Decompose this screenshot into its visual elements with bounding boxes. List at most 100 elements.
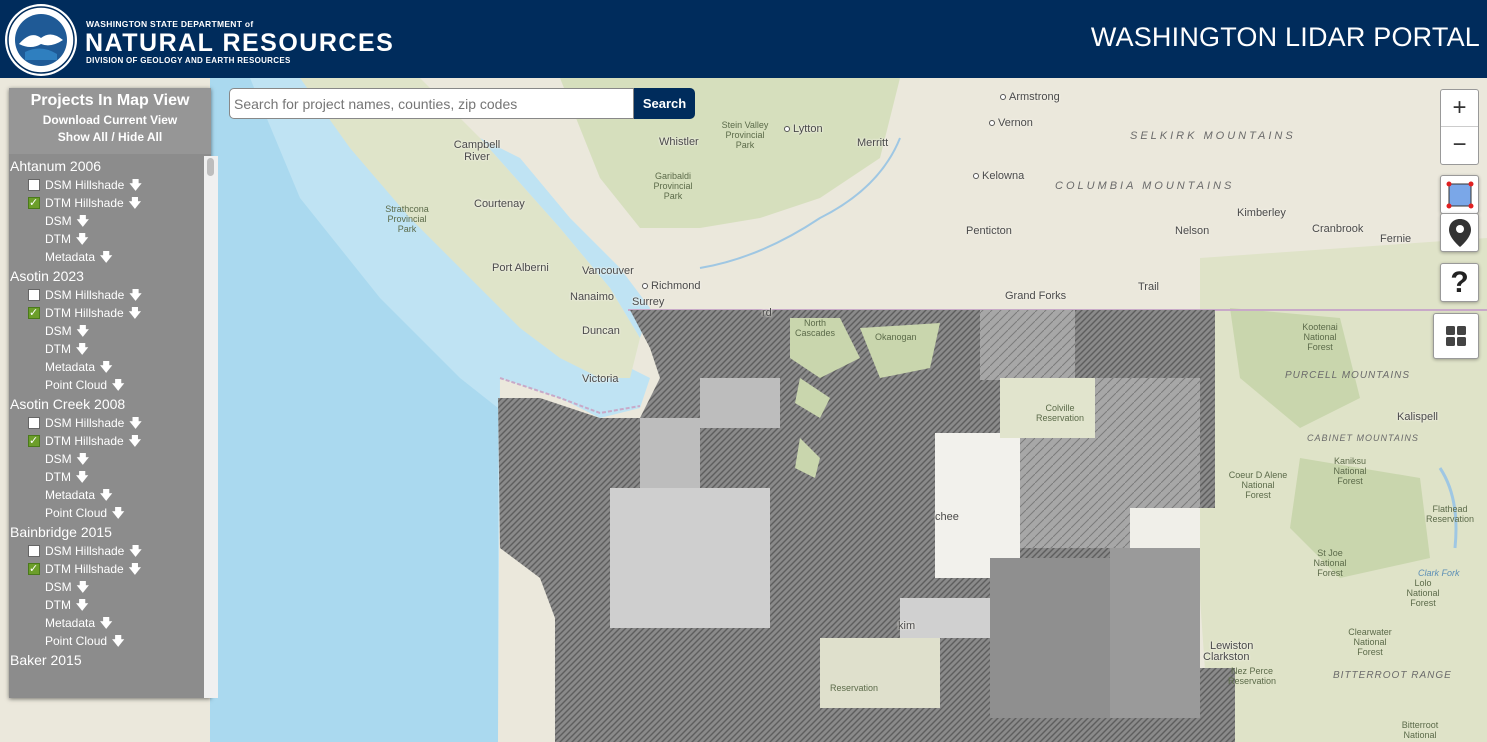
download-arrow-icon[interactable]: 🡇	[100, 248, 112, 266]
dtm-hillshade-checkbox[interactable]	[28, 194, 40, 212]
portal-title: WASHINGTON LIDAR PORTAL	[1090, 22, 1480, 52]
layer-label: Metadata	[45, 488, 96, 502]
layer-row: DTM 🡇	[9, 596, 195, 614]
download-arrow-icon[interactable]: 🡇	[129, 176, 141, 194]
region-selkirk: SELKIRK MOUNTAINS	[1130, 130, 1296, 142]
layer-row: DTM Hillshade 🡇	[9, 560, 195, 578]
download-arrow-icon[interactable]: 🡇	[77, 450, 89, 468]
layer-row: DTM Hillshade 🡇	[9, 194, 195, 212]
layer-row: DTM Hillshade 🡇	[9, 304, 195, 322]
search-input[interactable]	[229, 88, 634, 119]
dtm-hillshade-checkbox[interactable]	[28, 560, 40, 578]
download-arrow-icon[interactable]: 🡇	[77, 212, 89, 230]
zoom-out-button[interactable]: −	[1441, 126, 1478, 163]
place-whistler: Whistler	[659, 136, 699, 148]
layer-row: Metadata 🡇	[9, 614, 195, 632]
layer-row: DTM Hillshade 🡇	[9, 432, 195, 450]
project-title[interactable]: Ahtanum 2006	[9, 156, 195, 176]
layer-row: Point Cloud 🡇	[9, 376, 195, 394]
project-title[interactable]: Asotin Creek 2008	[9, 394, 195, 414]
download-arrow-icon[interactable]: 🡇	[76, 596, 88, 614]
layer-row: DSM 🡇	[9, 450, 195, 468]
download-arrow-icon[interactable]: 🡇	[129, 414, 141, 432]
layer-row: Metadata 🡇	[9, 486, 195, 504]
dtm-hillshade-checkbox[interactable]	[28, 304, 40, 322]
location-button[interactable]	[1440, 213, 1479, 252]
show-all-link[interactable]: Show All	[58, 130, 108, 144]
hide-all-link[interactable]: Hide All	[118, 130, 162, 144]
show-hide-separator: /	[107, 130, 118, 144]
download-arrow-icon[interactable]: 🡇	[100, 614, 112, 632]
dsm-hillshade-checkbox[interactable]	[28, 178, 40, 191]
layer-label: DTM	[45, 232, 71, 246]
download-arrow-icon[interactable]: 🡇	[77, 578, 89, 596]
download-arrow-icon[interactable]: 🡇	[100, 358, 112, 376]
project-list-scrollbar[interactable]	[204, 156, 218, 698]
help-button[interactable]: ?	[1440, 263, 1479, 302]
layer-row: Point Cloud 🡇	[9, 632, 195, 650]
park-colville-reservation: Colville Reservation	[1035, 403, 1085, 423]
download-arrow-icon[interactable]: 🡇	[76, 468, 88, 486]
place-trail: Trail	[1138, 281, 1159, 293]
download-arrow-icon[interactable]: 🡇	[129, 286, 141, 304]
place-campbell-river: Campbell River	[453, 139, 501, 163]
park-clearwater-nf: Clearwater National Forest	[1348, 627, 1392, 657]
download-arrow-icon[interactable]: 🡇	[112, 376, 124, 394]
download-current-view-link[interactable]: Download Current View	[9, 113, 211, 127]
zoom-in-button[interactable]: +	[1441, 90, 1478, 126]
download-arrow-icon[interactable]: 🡇	[76, 340, 88, 358]
layer-label: DTM Hillshade	[45, 562, 124, 576]
layer-label: Metadata	[45, 360, 96, 374]
dsm-hillshade-checkbox[interactable]	[28, 544, 40, 557]
download-arrow-icon[interactable]: 🡇	[112, 632, 124, 650]
layer-label: DTM Hillshade	[45, 306, 124, 320]
scrollbar-thumb[interactable]	[207, 158, 214, 176]
layer-row: DSM 🡇	[9, 212, 195, 230]
place-clarkston: Clarkston	[1203, 651, 1250, 663]
projects-panel: Projects In Map View Download Current Vi…	[9, 88, 218, 698]
org-division: DIVISION OF GEOLOGY AND EARTH RESOURCES	[86, 56, 291, 65]
projects-panel-title: Projects In Map View	[30, 92, 190, 109]
dsm-hillshade-checkbox[interactable]	[28, 288, 40, 301]
layer-row: Metadata 🡇	[9, 248, 195, 266]
download-arrow-icon[interactable]: 🡇	[129, 560, 141, 578]
project-title[interactable]: Baker 2015	[9, 650, 195, 670]
layer-row: DSM Hillshade 🡇	[9, 286, 195, 304]
download-arrow-icon[interactable]: 🡇	[100, 486, 112, 504]
park-kaniksu-nf: Kaniksu National Forest	[1333, 456, 1367, 486]
download-arrow-icon[interactable]: 🡇	[77, 322, 89, 340]
layer-row: DTM 🡇	[9, 340, 195, 358]
place-partial-chee: chee	[935, 511, 959, 523]
download-arrow-icon[interactable]: 🡇	[112, 504, 124, 522]
download-arrow-icon[interactable]: 🡇	[129, 304, 141, 322]
project-title[interactable]: Bainbridge 2015	[9, 522, 195, 542]
dtm-hillshade-checkbox[interactable]	[28, 432, 40, 450]
download-arrow-icon[interactable]: 🡇	[129, 194, 141, 212]
layer-row: Point Cloud 🡇	[9, 504, 195, 522]
project-title[interactable]: Asotin 2023	[9, 266, 195, 286]
place-penticton: Penticton	[966, 225, 1012, 237]
layer-label: Metadata	[45, 250, 96, 264]
region-bitterroot: BITTERROOT RANGE	[1333, 670, 1452, 681]
project-list[interactable]: Ahtanum 2006 DSM Hillshade 🡇 DTM Hillshad…	[9, 156, 195, 698]
layer-row: DSM Hillshade 🡇	[9, 176, 195, 194]
place-victoria: Victoria	[582, 373, 619, 385]
draw-rectangle-button[interactable]	[1440, 175, 1479, 214]
place-fernie: Fernie	[1380, 233, 1412, 245]
layer-label: DSM	[45, 580, 72, 594]
place-nanaimo: Nanaimo	[570, 291, 615, 303]
region-purcell: PURCELL MOUNTAINS	[1285, 370, 1410, 381]
download-arrow-icon[interactable]: 🡇	[129, 542, 141, 560]
place-partial-rd: rd	[762, 307, 772, 319]
layer-label: DTM	[45, 342, 71, 356]
dnr-seal-logo[interactable]	[5, 4, 77, 76]
site-header: WASHINGTON STATE DEPARTMENT of NATURAL R…	[0, 0, 1487, 78]
map-canvas[interactable]: Armstrong Vernon Lytton Merritt Whistler…	[0, 78, 1487, 742]
park-reservation: Reservation	[830, 683, 879, 693]
dsm-hillshade-checkbox[interactable]	[28, 416, 40, 429]
search-button[interactable]: Search	[634, 88, 695, 119]
download-arrow-icon[interactable]: 🡇	[129, 432, 141, 450]
park-flathead-reservation: Flathead Reservation	[1425, 504, 1475, 524]
basemap-toggle-button[interactable]	[1433, 313, 1479, 359]
download-arrow-icon[interactable]: 🡇	[76, 230, 88, 248]
